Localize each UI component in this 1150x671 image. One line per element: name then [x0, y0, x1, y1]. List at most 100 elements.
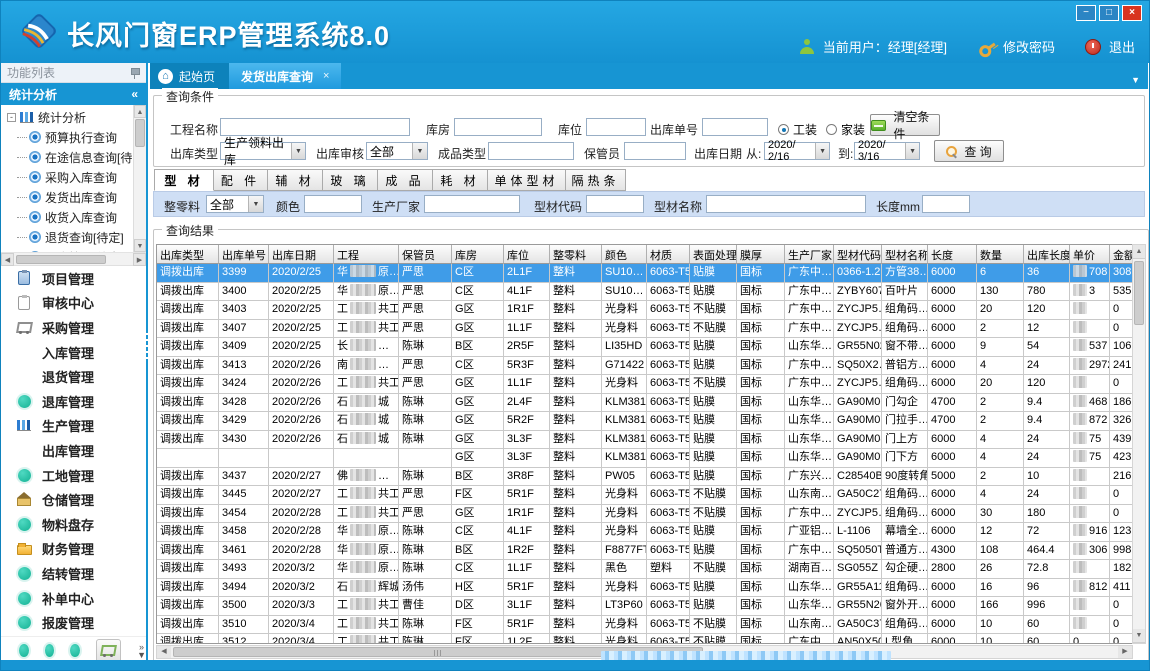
sidebar-menu-item[interactable]: 报废管理 — [1, 610, 146, 635]
table-row[interactable]: 调拨出库34452020/2/27工共工程严思F区5R1F整料光身料6063-T… — [157, 486, 1132, 505]
tree-item[interactable]: 退库管理[待定] — [1, 247, 133, 253]
manufacturer-input[interactable] — [424, 195, 520, 213]
tree-scrollbar-vertical[interactable]: ▲ ▼ — [133, 105, 146, 252]
table-row[interactable]: 调拨出库34002020/2/25华原…严思C区4L1F整料SU10…6063-… — [157, 283, 1132, 302]
table-row[interactable]: 调拨出库34242020/2/26工共工程严思G区1L1F整料光身料6063-T… — [157, 375, 1132, 394]
tree-scrollbar-horizontal[interactable]: ◀ ▶ — [1, 253, 146, 266]
sidebar-menu-item[interactable]: 退货管理 — [1, 364, 146, 389]
clear-conditions-button[interactable]: 清空条件 — [870, 114, 940, 136]
tree-item[interactable]: 预算执行查询 — [1, 127, 133, 147]
date-from-select[interactable]: 2020/ 2/16▼ — [764, 142, 830, 160]
material-tab[interactable]: 耗 材 — [433, 169, 488, 191]
table-row[interactable]: 调拨出库34292020/2/26石城陈琳G区5R2F整料KLM38176063… — [157, 412, 1132, 431]
profile-code-input[interactable] — [586, 195, 644, 213]
table-row[interactable]: 调拨出库35122020/3/4工共工程陈琳F区1L2F整料光身料6063-T5… — [157, 634, 1132, 644]
table-row[interactable]: 调拨出库34032020/2/25工共工程严思G区1R1F整料光身料6063-T… — [157, 301, 1132, 320]
scroll-right-icon[interactable]: ▶ — [1118, 646, 1132, 658]
keeper-input[interactable] — [624, 142, 686, 160]
pin-icon[interactable] — [130, 67, 140, 79]
quick-item-icon[interactable] — [45, 644, 55, 657]
logout-link[interactable]: 退出 — [1109, 37, 1135, 56]
sidebar-menu-item[interactable]: 仓储管理 — [1, 487, 146, 512]
splitter-grip[interactable] — [146, 333, 148, 363]
table-row[interactable]: G区3L3F整料KLM38176063-T5贴膜国标山东华…GA90M09…门下… — [157, 449, 1132, 468]
quick-item-icon[interactable] — [19, 644, 29, 657]
close-button[interactable]: × — [1122, 5, 1142, 21]
table-row[interactable]: 调拨出库34582020/2/28华原…陈琳C区4L1F整料光身料6063-T5… — [157, 523, 1132, 542]
sidebar-menu-item[interactable]: 补单中心 — [1, 586, 146, 611]
scroll-up-icon[interactable]: ▲ — [1133, 245, 1145, 259]
tab-strip-dropdown-icon[interactable]: ▼ — [1131, 75, 1148, 89]
outbound-audit-select[interactable]: 全部▼ — [366, 142, 428, 160]
tab-home[interactable]: ⌂ 起始页 — [150, 63, 229, 89]
table-row[interactable]: 调拨出库34932020/3/2华原…陈琳C区1L1F整料黑色塑料不贴膜国标湖南… — [157, 560, 1132, 579]
search-button[interactable]: 查 询 — [934, 140, 1004, 162]
sidebar-menu-item[interactable]: 出库管理 — [1, 438, 146, 463]
scroll-thumb[interactable] — [1134, 261, 1144, 325]
sidebar-menu-item[interactable]: 审核中心 — [1, 291, 146, 316]
tree-item[interactable]: 在途信息查询[待 — [1, 147, 133, 167]
material-tab[interactable]: 成 品 — [378, 169, 433, 191]
scroll-left-icon[interactable]: ◀ — [157, 646, 171, 658]
table-row[interactable]: 调拨出库35002020/3/3工共工程曹佳D区3L1F整料LT3P606063… — [157, 597, 1132, 616]
scroll-thumb[interactable] — [16, 255, 106, 264]
table-row[interactable]: 调拨出库34132020/2/26南…严思C区5R3F整料G714226063-… — [157, 357, 1132, 376]
outbound-no-input[interactable] — [702, 118, 768, 136]
material-tab[interactable]: 型 材 — [154, 169, 214, 191]
table-row[interactable]: 调拨出库34072020/2/25工共工程严思G区1L1F整料光身料6063-T… — [157, 320, 1132, 339]
sidebar-menu-item[interactable]: 入库管理 — [1, 340, 146, 365]
scroll-left-icon[interactable]: ◀ — [1, 253, 14, 266]
sidebar-menu-item[interactable]: 结转管理 — [1, 561, 146, 586]
outbound-type-select[interactable]: 生产领料出库▼ — [220, 142, 306, 160]
warehouse-input[interactable] — [454, 118, 542, 136]
sidebar-menu-item[interactable]: 生产管理 — [1, 414, 146, 439]
table-row[interactable]: 调拨出库34942020/3/2石辉城汤伟H区5R1F整料光身料6063-T5贴… — [157, 579, 1132, 598]
table-row[interactable]: 调拨出库34542020/2/28工共工程严思G区1R1F整料光身料6063-T… — [157, 505, 1132, 524]
scroll-right-icon[interactable]: ▶ — [133, 253, 146, 266]
material-tab[interactable]: 玻 璃 — [323, 169, 378, 191]
length-input[interactable] — [922, 195, 970, 213]
material-tab[interactable]: 隔热条 — [566, 169, 626, 191]
minimize-button[interactable]: − — [1076, 5, 1096, 21]
tree-item[interactable]: 发货出库查询 — [1, 187, 133, 207]
material-tab[interactable]: 辅 材 — [268, 169, 323, 191]
table-row[interactable]: 调拨出库34612020/2/28华原…陈琳B区1R2F整料F8877FT606… — [157, 542, 1132, 561]
material-tab[interactable]: 配 件 — [214, 169, 268, 191]
sidebar-menu-item[interactable]: 财务管理 — [1, 537, 146, 562]
profile-name-input[interactable] — [706, 195, 866, 213]
scroll-thumb[interactable] — [135, 119, 145, 147]
sidebar-menu-item[interactable]: 物料盘存 — [1, 512, 146, 537]
expand-icon[interactable]: - — [7, 113, 16, 122]
overflow-chevron-icon[interactable]: »▼ — [137, 643, 146, 659]
sidebar-menu-item[interactable]: 退库管理 — [1, 389, 146, 414]
scroll-down-icon[interactable]: ▼ — [134, 239, 146, 252]
radio-gongzhuang[interactable]: 工装 — [778, 121, 817, 138]
change-password-link[interactable]: 修改密码 — [1003, 37, 1055, 56]
table-row[interactable]: 调拨出库34282020/2/26石城陈琳G区2L4F整料KLM38176063… — [157, 394, 1132, 413]
scroll-up-icon[interactable]: ▲ — [134, 105, 146, 118]
location-input[interactable] — [586, 118, 646, 136]
table-row[interactable]: 调拨出库34302020/2/26石城陈琳G区3L3F整料KLM38176063… — [157, 431, 1132, 450]
table-row[interactable]: 调拨出库33992020/2/25华原…严思C区2L1F整料SU10…6063-… — [157, 264, 1132, 283]
tree-item[interactable]: 收货入库查询 — [1, 207, 133, 227]
table-row[interactable]: 调拨出库34092020/2/25长…陈琳B区2R5F整料LI35HD6063-… — [157, 338, 1132, 357]
date-to-select[interactable]: 2020/ 3/16▼ — [854, 142, 920, 160]
sidebar-menu-item[interactable]: 工地管理 — [1, 463, 146, 488]
radio-jiazhuang[interactable]: 家装 — [826, 121, 865, 138]
sidebar-menu-item[interactable]: 采购管理 — [1, 315, 146, 340]
tree-root[interactable]: - 统计分析 — [1, 107, 133, 127]
tab-close-icon[interactable]: × — [323, 70, 329, 82]
maximize-button[interactable]: □ — [1099, 5, 1119, 21]
whole-piece-select[interactable]: 全部▼ — [206, 195, 264, 213]
sidebar-menu-item[interactable]: 项目管理 — [1, 266, 146, 291]
tab-shipment-outbound-query[interactable]: 发货出库查询 × — [229, 63, 341, 89]
material-tab[interactable]: 单体型材 — [488, 169, 566, 191]
tree-item[interactable]: 采购入库查询 — [1, 167, 133, 187]
scroll-down-icon[interactable]: ▼ — [1133, 629, 1145, 643]
product-type-input[interactable] — [488, 142, 574, 160]
tree-item[interactable]: 退货查询[待定] — [1, 227, 133, 247]
cart-quick-button[interactable] — [96, 639, 121, 663]
table-row[interactable]: 调拨出库34372020/2/27佛…陈琳B区3R8F整料PW056063-T5… — [157, 468, 1132, 487]
stats-section-header[interactable]: 统计分析 « — [1, 83, 146, 105]
table-row[interactable]: 调拨出库35102020/3/4工共工程陈琳F区5R1F整料光身料6063-T5… — [157, 616, 1132, 635]
